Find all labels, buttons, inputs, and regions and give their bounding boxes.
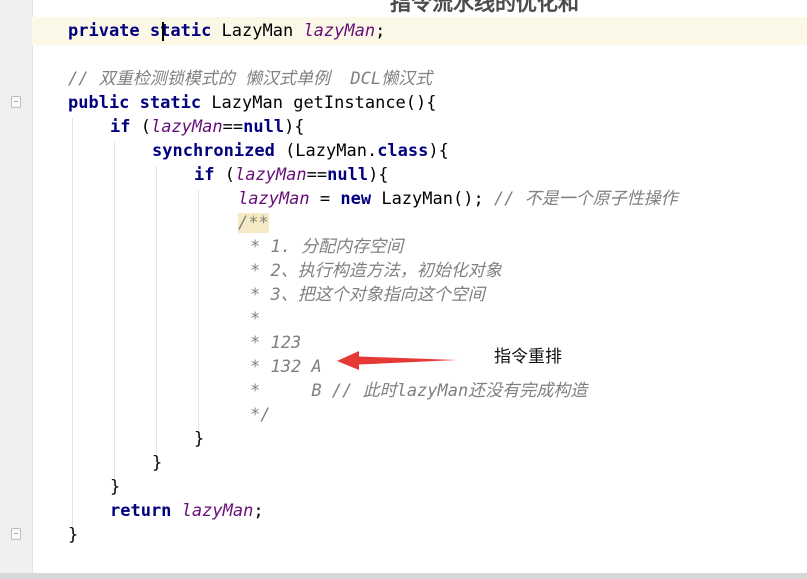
- code-line-method-decl: public static LazyMan getInstance(){: [68, 93, 437, 113]
- indent-guide: [156, 166, 157, 454]
- doc-comment-line: * 3、把这个对象指向这个空间: [250, 285, 485, 305]
- video-title-overlay: 指令流水线的优化和: [390, 0, 579, 15]
- doc-comment-line: * B // 此时lazyMan还没有完成构造: [250, 381, 588, 401]
- indent-guide: [198, 190, 199, 430]
- code-line-return: return lazyMan;: [110, 501, 264, 521]
- code-line-brace: }: [194, 429, 205, 449]
- doc-comment-close: */: [250, 405, 271, 425]
- code-line-synchronized: synchronized (LazyMan.class){: [152, 141, 449, 161]
- bottom-scrollbar[interactable]: [0, 573, 807, 579]
- code-comment-dcl: // 双重检测锁模式的 懒汉式单例 DCL懒汉式: [68, 69, 433, 89]
- code-line-new-instance: lazyMan = new LazyMan(); // 不是一个原子性操作: [238, 189, 678, 209]
- doc-comment-line: *: [250, 309, 261, 329]
- doc-comment-line: * 132 A: [250, 357, 322, 377]
- code-line-brace: }: [68, 525, 79, 545]
- fold-marker-end[interactable]: [11, 528, 21, 540]
- doc-comment-line: * 123: [250, 333, 302, 353]
- code-line-if-outer: if (lazyMan==null){: [110, 117, 305, 137]
- code-line-field-decl: private static LazyMan lazyMan;: [68, 21, 386, 41]
- code-line-brace: }: [152, 453, 163, 473]
- annotation-label: 指令重排: [494, 347, 562, 367]
- editor-gutter: [0, 0, 33, 579]
- text-caret: [162, 22, 164, 41]
- red-arrow-icon: [337, 351, 457, 370]
- fold-marker-method[interactable]: [11, 96, 21, 108]
- doc-comment-open: /**: [238, 213, 269, 233]
- doc-comment-line: * 1. 分配内存空间: [250, 237, 404, 257]
- indent-guide: [114, 142, 115, 478]
- indent-guide: [72, 118, 73, 526]
- doc-comment-line: * 2、执行构造方法，初始化对象: [250, 261, 502, 281]
- code-line-if-inner: if (lazyMan==null){: [194, 165, 389, 185]
- code-line-brace: }: [110, 477, 121, 497]
